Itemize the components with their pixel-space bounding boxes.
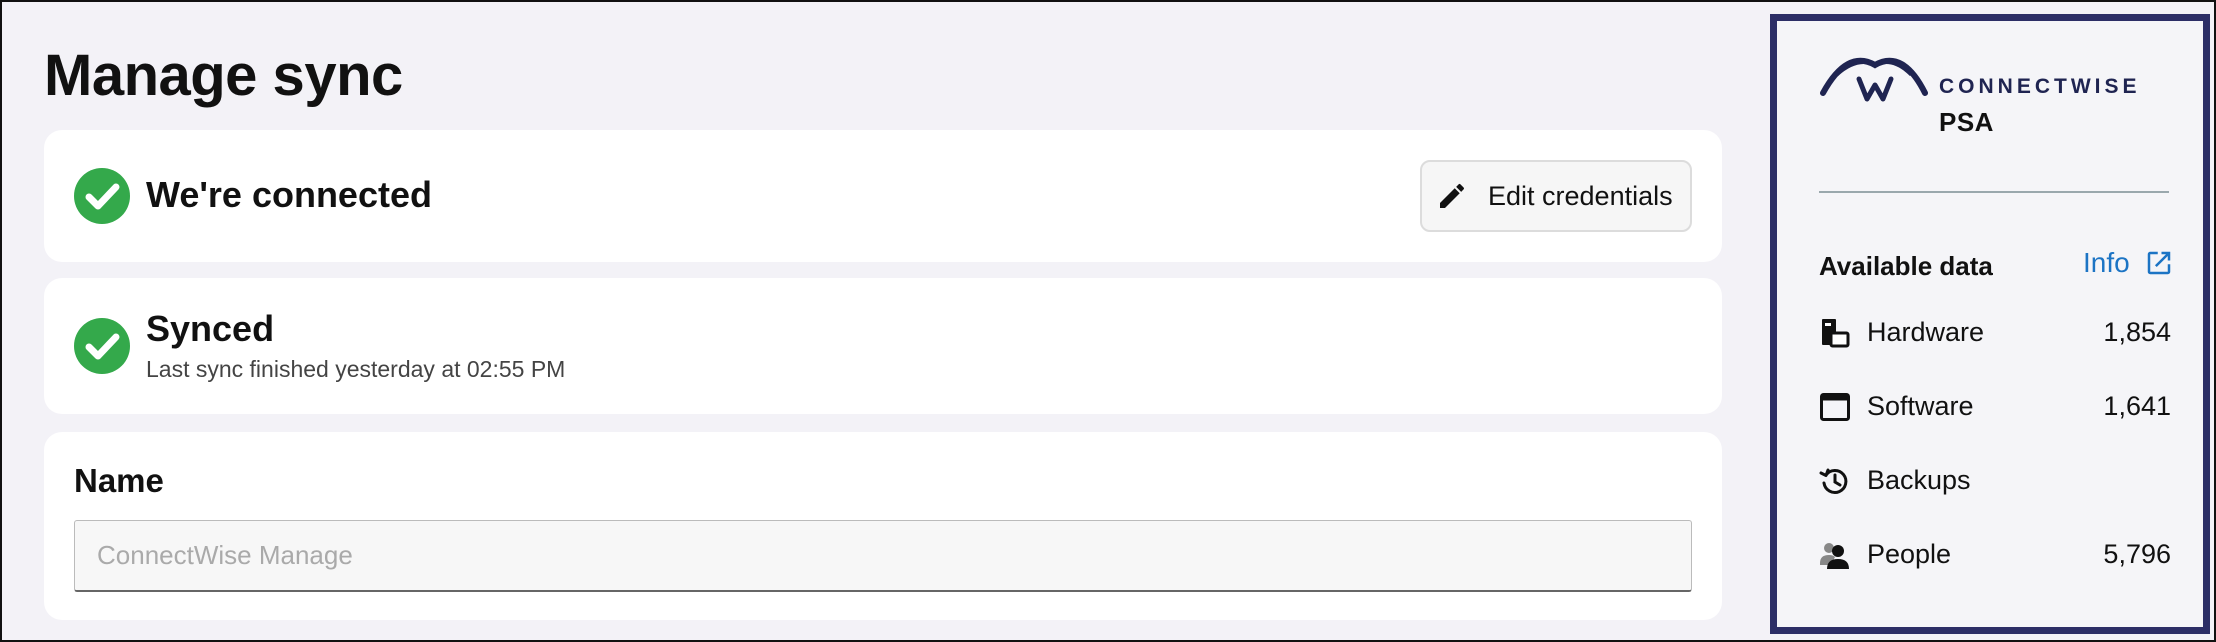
edit-credentials-label: Edit credentials xyxy=(1488,180,1673,211)
edit-credentials-button[interactable]: Edit credentials xyxy=(1420,160,1692,232)
check-circle-icon xyxy=(74,168,130,224)
hardware-icon xyxy=(1819,317,1851,349)
data-label: People xyxy=(1867,539,1952,569)
last-sync-text: Last sync finished yesterday at 02:55 PM xyxy=(146,356,566,382)
panel-divider xyxy=(1819,191,2169,193)
connection-status-text: We're connected xyxy=(146,174,432,215)
pencil-icon xyxy=(1436,180,1468,212)
sync-status-text: Synced xyxy=(146,308,275,349)
connectwise-logo: CONNECTWISE PSA xyxy=(1819,45,2179,145)
info-link-label: Info xyxy=(2083,247,2130,278)
data-row-backups: Backups xyxy=(1819,461,2171,501)
sync-status-card: Synced Last sync finished yesterday at 0… xyxy=(44,278,1722,414)
name-card: Name xyxy=(44,432,1722,620)
data-count: 1,641 xyxy=(2103,391,2171,421)
data-label: Backups xyxy=(1867,465,1971,495)
data-label: Hardware xyxy=(1867,317,1985,347)
backup-history-icon xyxy=(1819,465,1851,497)
name-input[interactable] xyxy=(74,520,1692,592)
data-row-people: People 5,796 xyxy=(1819,535,2171,575)
data-row-software: Software 1,641 xyxy=(1819,387,2171,427)
data-count: 1,854 xyxy=(2103,317,2171,347)
software-window-icon xyxy=(1819,391,1851,423)
integration-panel: CONNECTWISE PSA Available data Info Hard… xyxy=(1770,14,2210,634)
name-label: Name xyxy=(74,462,164,499)
external-link-icon xyxy=(2144,248,2174,278)
page-title: Manage sync xyxy=(44,43,403,108)
app-frame: Manage sync We're connected Edit credent… xyxy=(0,0,2216,642)
product-name: PSA xyxy=(1939,107,1994,137)
available-data-title: Available data xyxy=(1819,251,1993,281)
people-icon xyxy=(1819,539,1851,571)
info-link[interactable]: Info xyxy=(2083,247,2174,279)
check-circle-icon xyxy=(74,318,130,374)
connection-status-card: We're connected Edit credentials xyxy=(44,130,1722,262)
connectwise-mark-icon xyxy=(1820,57,1928,102)
data-row-hardware: Hardware 1,854 xyxy=(1819,313,2171,353)
data-label: Software xyxy=(1867,391,1974,421)
main-content: Manage sync We're connected Edit credent… xyxy=(44,2,1724,640)
data-count: 5,796 xyxy=(2103,539,2171,569)
brand-name: CONNECTWISE xyxy=(1939,75,2141,98)
